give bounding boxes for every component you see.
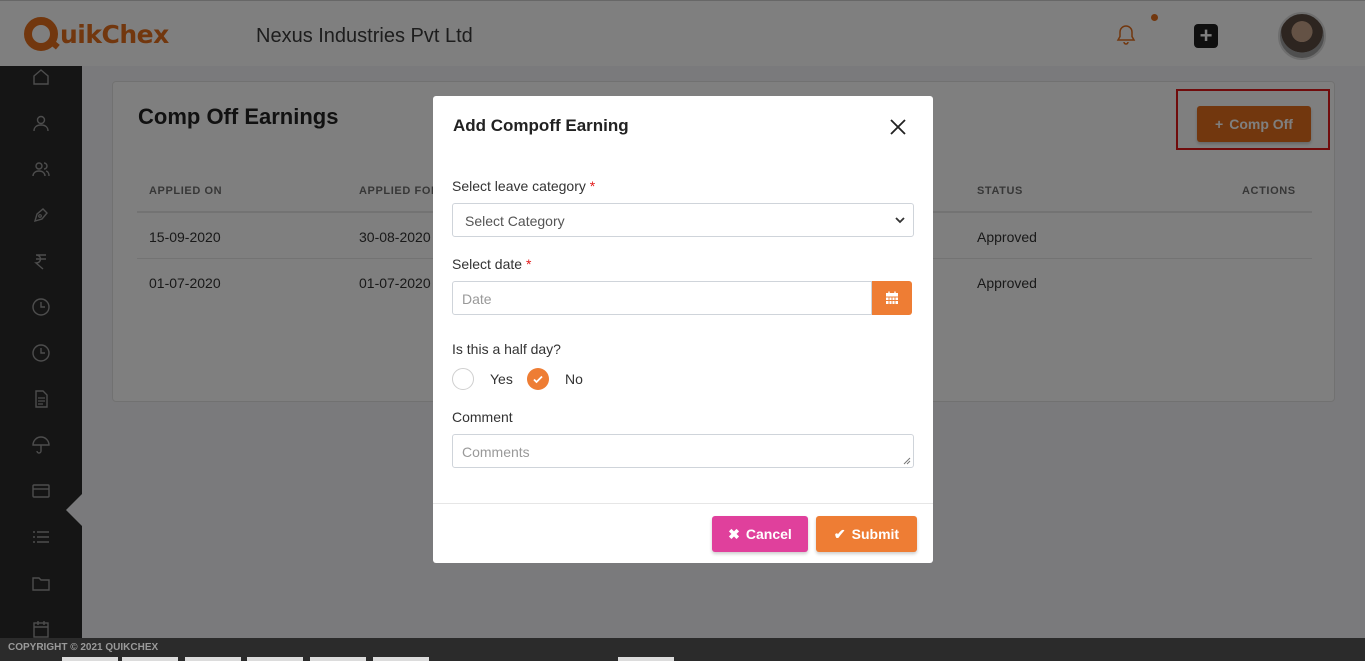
check-icon: ✔ (833, 525, 846, 542)
half-day-label: Is this a half day? (452, 341, 561, 357)
yes-radio[interactable] (452, 368, 474, 390)
taskbar-item (185, 657, 241, 661)
submit-label: Submit (851, 525, 900, 542)
calendar-button[interactable] (872, 281, 912, 315)
check-icon (533, 375, 543, 384)
copyright-text: COPYRIGHT © 2021 QUIKCHEX (8, 642, 159, 653)
taskbar-item (373, 657, 429, 661)
required-mark: * (589, 178, 596, 194)
category-select-value: Select Category (465, 213, 565, 229)
close-icon: ✖ (728, 525, 740, 542)
category-label-text: Select leave category (452, 178, 586, 194)
comment-label: Comment (452, 409, 513, 425)
date-label-text: Select date (452, 256, 523, 272)
no-radio[interactable] (527, 368, 549, 390)
close-icon[interactable] (887, 116, 909, 138)
resize-grip-icon[interactable] (903, 457, 911, 465)
calendar-icon (886, 291, 898, 304)
taskbar-item (247, 657, 303, 661)
date-input[interactable]: Date (452, 281, 872, 315)
taskbar-item (62, 657, 118, 661)
required-mark: * (525, 256, 532, 272)
comment-placeholder: Comments (462, 444, 530, 460)
no-label: No (565, 371, 583, 387)
category-label: Select leave category * (452, 178, 595, 194)
taskbar-item (618, 657, 674, 661)
comment-textarea[interactable]: Comments (452, 434, 914, 468)
taskbar-item (122, 657, 178, 661)
cancel-button[interactable]: ✖ Cancel (712, 516, 808, 552)
date-label: Select date * (452, 256, 531, 272)
submit-button[interactable]: ✔ Submit (816, 516, 917, 552)
modal-footer: ✖ Cancel ✔ Submit (433, 503, 933, 564)
category-select[interactable]: Select Category (452, 203, 914, 237)
date-placeholder: Date (462, 291, 492, 307)
yes-label: Yes (490, 371, 513, 387)
taskbar-item (310, 657, 366, 661)
add-compoff-modal: Add Compoff Earning Select leave categor… (433, 96, 933, 563)
modal-title: Add Compoff Earning (453, 116, 629, 135)
chevron-down-icon (895, 217, 905, 224)
cancel-label: Cancel (745, 525, 792, 542)
